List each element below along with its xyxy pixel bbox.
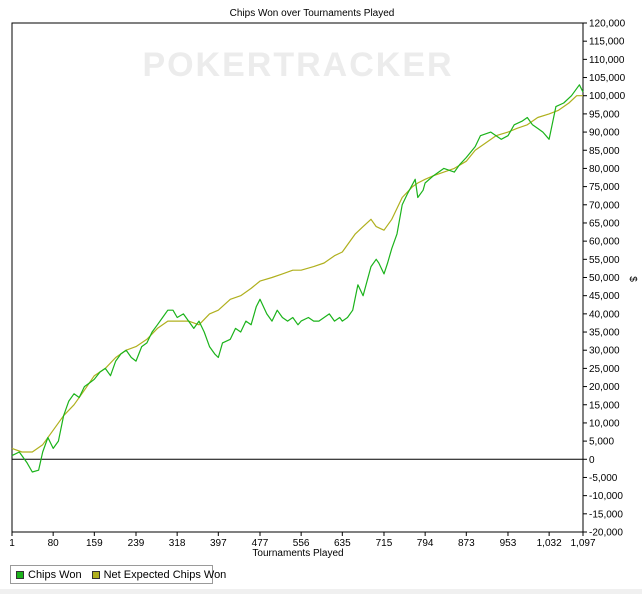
y-tick-label: 35,000 xyxy=(589,328,620,339)
x-tick-label: 873 xyxy=(458,538,475,549)
x-tick-label: 80 xyxy=(48,538,60,549)
y-tick-label: 80,000 xyxy=(589,164,620,175)
legend-item-chips-won: Chips Won xyxy=(16,569,82,581)
y-tick-label: 20,000 xyxy=(589,382,620,393)
x-axis-label: Tournaments Played xyxy=(252,548,343,559)
y-axis: -20,000 -15,000 -10,000 -5,000 0 5,000 10,000 1… xyxy=(583,19,626,539)
watermark-logo: POKERTRACKER xyxy=(142,46,453,84)
series-line-chips-won xyxy=(11,84,584,473)
y-tick-label: 30,000 xyxy=(589,346,620,357)
y-tick-label: 0 xyxy=(589,455,595,466)
x-tick-label: 794 xyxy=(417,538,434,549)
chart-title: Chips Won over Tournaments Played xyxy=(230,8,395,19)
x-tick-label: 1,032 xyxy=(537,538,562,549)
y-tick-label: 15,000 xyxy=(589,400,620,411)
y-tick-label: 65,000 xyxy=(589,218,620,229)
x-tick-label: 1 xyxy=(9,538,15,549)
y-tick-label: -15,000 xyxy=(589,509,623,520)
x-axis: 1 80 159 239 318 397 477 556 635 715 794 873 953 1,03… xyxy=(9,532,596,549)
y-tick-label: -20,000 xyxy=(589,528,623,539)
y-tick-label: 40,000 xyxy=(589,309,620,320)
x-tick-label: 715 xyxy=(376,538,393,549)
y-tick-label: 10,000 xyxy=(589,418,620,429)
y-tick-label: 100,000 xyxy=(589,91,626,102)
x-tick-label: 1,097 xyxy=(570,538,595,549)
plot-area xyxy=(11,22,584,533)
legend-swatch-chips-won xyxy=(16,570,24,579)
series-line-net-expected xyxy=(11,95,583,453)
series-layer xyxy=(11,84,584,473)
x-tick-label: 953 xyxy=(500,538,517,549)
y-tick-label: 45,000 xyxy=(589,291,620,302)
x-tick-label: 239 xyxy=(128,538,145,549)
x-tick-label: 159 xyxy=(86,538,103,549)
y-tick-label: 60,000 xyxy=(589,237,620,248)
x-tick-label: 318 xyxy=(169,538,186,549)
y-tick-label: 105,000 xyxy=(589,73,626,84)
y-tick-label: 25,000 xyxy=(589,364,620,375)
legend-label-net-expected: Net Expected Chips Won xyxy=(103,568,227,581)
y-tick-label: 75,000 xyxy=(589,182,620,193)
y-tick-label: 90,000 xyxy=(589,128,620,139)
y-tick-label: -10,000 xyxy=(589,491,623,502)
legend: Chips Won Net Expected Chips Won xyxy=(10,565,226,584)
legend-item-net-expected: Net Expected Chips Won xyxy=(91,568,227,581)
chart-frame: Chips Won over Tournaments Played POKERT… xyxy=(0,0,642,589)
y-tick-label: 95,000 xyxy=(589,109,620,120)
y-tick-label: 110,000 xyxy=(589,55,625,66)
chart: Chips Won over Tournaments Played POKERT… xyxy=(9,8,638,559)
y-tick-label: 50,000 xyxy=(589,273,620,284)
y-axis-label: $ xyxy=(627,276,638,282)
y-tick-label: 85,000 xyxy=(589,146,620,157)
y-tick-label: -5,000 xyxy=(589,473,618,484)
y-tick-label: 70,000 xyxy=(589,200,620,211)
y-tick-label: 5,000 xyxy=(589,437,614,448)
y-tick-label: 115,000 xyxy=(589,37,625,48)
y-tick-label: 55,000 xyxy=(589,255,620,266)
legend-label-chips-won: Chips Won xyxy=(28,568,82,581)
legend-swatch-net-expected xyxy=(91,570,100,579)
y-tick-label: 120,000 xyxy=(589,19,626,30)
x-tick-label: 397 xyxy=(210,538,227,549)
